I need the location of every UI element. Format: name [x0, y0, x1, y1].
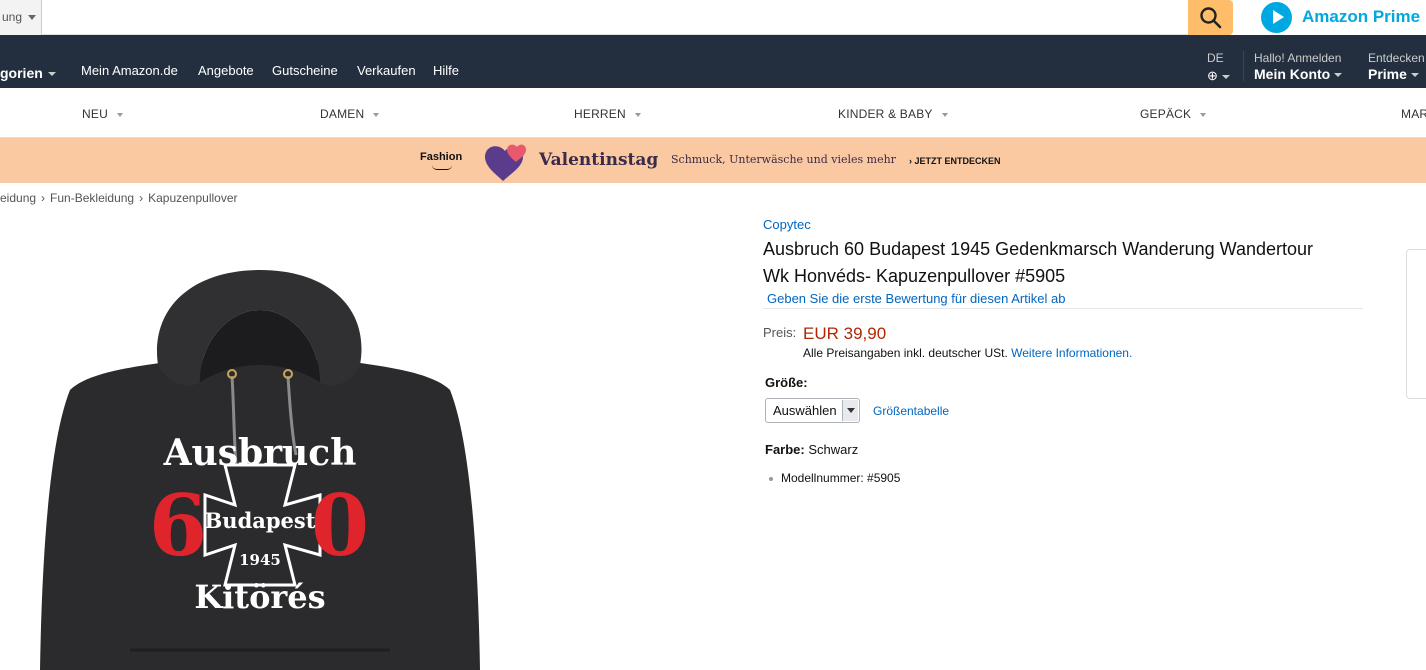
hearts-icon — [485, 144, 526, 181]
buy-box — [1406, 249, 1426, 399]
breadcrumb-item[interactable]: Kapuzenpullover — [148, 191, 237, 205]
account-menu[interactable]: Hallo! Anmelden Mein Konto — [1254, 51, 1343, 82]
nav-categories-label: gorien — [0, 65, 43, 81]
search-button[interactable] — [1188, 0, 1233, 35]
language-code: DE — [1207, 51, 1224, 65]
subnav-label: HERREN — [574, 107, 626, 121]
chevron-down-icon — [1200, 112, 1207, 117]
search-category-dropdown[interactable]: ung — [0, 0, 42, 35]
color-row: Farbe: Schwarz — [765, 442, 858, 457]
color-value: Schwarz — [808, 442, 859, 457]
banner-cta[interactable]: › JETZT ENTDECKEN — [909, 156, 1001, 166]
subnav-item-gepaeck[interactable]: GEPÄCK — [1140, 107, 1207, 121]
prime-menu-line1: Entdecken — [1368, 51, 1425, 65]
price-note-text: Alle Preisangaben inkl. deutscher USt. — [803, 346, 1008, 360]
subnav-label: DAMEN — [320, 107, 365, 121]
account-label: Mein Konto — [1254, 66, 1331, 82]
product-title-line1: Ausbruch 60 Budapest 1945 Gedenkmarsch W… — [763, 239, 1313, 259]
print-number-right: 0 — [311, 476, 369, 575]
product-image[interactable]: Ausbruch 6 0 Budapest 1945 Kitörés — [30, 270, 490, 670]
nav-categories-button[interactable]: gorien — [0, 65, 56, 81]
price-label: Preis: — [763, 325, 797, 340]
globe-icon: ⊕ — [1207, 68, 1218, 83]
fashion-logo: Fashion — [420, 151, 463, 163]
divider — [763, 308, 1363, 309]
subnav-label: MAR — [1401, 107, 1426, 121]
subnav-item-marken[interactable]: MAR — [1401, 107, 1426, 121]
search-icon — [1200, 7, 1222, 29]
breadcrumb-item[interactable]: Fun-Bekleidung — [50, 191, 134, 205]
chevron-down-icon — [373, 112, 380, 117]
promo-banner[interactable]: Fashion Valentinstag Schmuck, Unterwäsch… — [0, 138, 1426, 183]
print-city-text: Budapest — [205, 508, 316, 533]
price-note: Alle Preisangaben inkl. deutscher USt. W… — [803, 346, 1132, 360]
model-number: Modellnummer: #5905 — [781, 471, 901, 485]
print-number-left: 6 — [149, 476, 207, 575]
subnav-label: KINDER & BABY — [838, 107, 933, 121]
write-review-link[interactable]: Geben Sie die erste Bewertung für diesen… — [767, 291, 1065, 306]
amazon-smile-icon — [432, 165, 452, 170]
nav-divider — [1243, 51, 1244, 81]
chevron-down-icon — [1410, 73, 1419, 78]
breadcrumb-separator: › — [41, 191, 46, 205]
chevron-down-icon — [941, 112, 948, 117]
breadcrumb: eidung › Fun-Bekleidung › Kapuzenpullover — [0, 191, 238, 205]
chevron-down-icon — [1221, 74, 1230, 79]
subnav-label: GEPÄCK — [1140, 107, 1192, 121]
language-selector[interactable]: DE ⊕ — [1207, 51, 1230, 84]
banner-title: Valentinstag — [539, 150, 659, 170]
chevron-down-icon — [28, 15, 37, 21]
subnav-label: NEU — [82, 107, 108, 121]
bullet-icon — [769, 476, 773, 481]
banner-subtitle: Schmuck, Unterwäsche und vieles mehr — [671, 153, 896, 166]
prime-menu[interactable]: Entdecken Prime — [1368, 51, 1425, 82]
print-year-text: 1945 — [239, 551, 281, 569]
fashion-subnav: NEU DAMEN HERREN KINDER & BABY GEPÄCK MA… — [0, 88, 1426, 138]
breadcrumb-item[interactable]: eidung — [0, 191, 36, 205]
size-selected-value: Auswählen — [773, 403, 837, 418]
price-value: EUR 39,90 — [803, 324, 887, 343]
chevron-down-icon — [116, 112, 123, 117]
size-chart-link[interactable]: Größentabelle — [873, 404, 949, 418]
nav-link-gutscheine[interactable]: Gutscheine — [272, 63, 338, 78]
model-number-item: Modellnummer: #5905 — [769, 471, 900, 485]
account-greeting: Hallo! Anmelden — [1254, 51, 1342, 65]
search-category-label: ung — [2, 10, 23, 24]
size-label: Größe: — [765, 375, 808, 390]
chevron-down-icon — [1334, 73, 1343, 78]
chevron-down-icon — [634, 112, 641, 117]
print-top-text: Ausbruch — [163, 432, 357, 474]
subnav-item-kinder-baby[interactable]: KINDER & BABY — [838, 107, 948, 121]
play-icon — [1261, 1, 1292, 33]
nav-link-angebote[interactable]: Angebote — [198, 63, 254, 78]
search-input[interactable] — [42, 0, 1188, 35]
subnav-item-neu[interactable]: NEU — [82, 107, 123, 121]
chevron-down-icon — [47, 72, 56, 77]
subnav-item-damen[interactable]: DAMEN — [320, 107, 380, 121]
nav-link-verkaufen[interactable]: Verkaufen — [357, 63, 416, 78]
product-title: Ausbruch 60 Budapest 1945 Gedenkmarsch W… — [763, 236, 1363, 290]
nav-link-hilfe[interactable]: Hilfe — [433, 63, 459, 78]
color-label: Farbe: — [765, 442, 805, 457]
main-navigation: gorien Mein Amazon.de Angebote Gutschein… — [0, 35, 1426, 88]
size-dropdown[interactable]: Auswählen — [765, 398, 860, 423]
print-bottom-text: Kitörés — [194, 578, 325, 616]
nav-link-mein-amazon[interactable]: Mein Amazon.de — [81, 63, 178, 78]
subnav-item-herren[interactable]: HERREN — [574, 107, 641, 121]
breadcrumb-separator: › — [139, 191, 144, 205]
prime-menu-label: Prime — [1368, 66, 1407, 82]
search-bar: ung Amazon Prime — [0, 0, 1426, 35]
prime-label: Amazon Prime — [1302, 7, 1421, 26]
amazon-prime-logo[interactable]: Amazon Prime — [1261, 1, 1421, 33]
more-info-link[interactable]: Weitere Informationen. — [1011, 346, 1132, 360]
product-title-line2: Wk Honvéds- Kapuzenpullover #5905 — [763, 266, 1066, 286]
chevron-down-icon — [842, 400, 858, 421]
brand-link[interactable]: Copytec — [763, 217, 811, 232]
